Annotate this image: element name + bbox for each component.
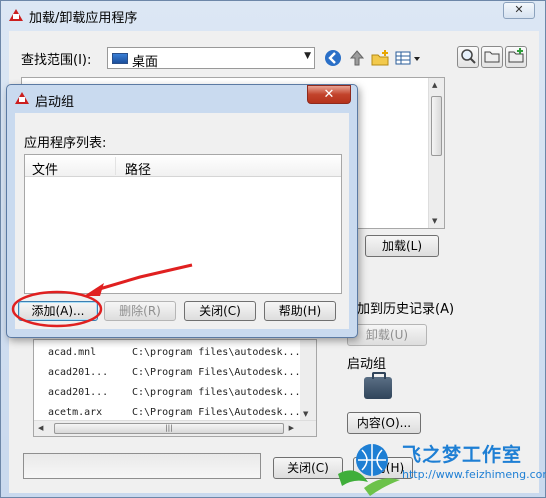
app-file-name: acad201... xyxy=(48,367,109,378)
dialog-title: 启动组 xyxy=(35,95,75,110)
watermark: 飞之梦工作室 http://www.feizhimeng.com xyxy=(334,434,546,498)
favorites-icon[interactable] xyxy=(505,46,527,68)
app-file-path: C:\Program Files\Autodesk... xyxy=(132,367,301,378)
look-in-label: 查找范围(I): xyxy=(21,53,92,68)
folder-icon[interactable] xyxy=(481,46,503,68)
add-button[interactable]: 添加(A)... xyxy=(18,301,98,321)
new-folder-icon[interactable] xyxy=(370,49,390,69)
find-icon[interactable] xyxy=(457,46,479,68)
watermark-url: http://www.feizhimeng.com xyxy=(402,468,546,481)
app-file-path: C:\Program Files\Autodesk... xyxy=(132,407,301,418)
app-file-name: acad.mnl xyxy=(48,347,97,358)
back-arrow-icon[interactable] xyxy=(323,49,343,69)
dialog-close-action-button[interactable]: 关闭(C) xyxy=(184,301,256,321)
load-button[interactable]: 加载(L) xyxy=(365,235,439,257)
up-folder-icon[interactable] xyxy=(347,49,367,69)
app-file-name: acetm.arx xyxy=(48,407,103,418)
scroll-right-icon[interactable]: ▶ xyxy=(289,424,294,432)
look-in-combobox[interactable]: 桌面 ▼ xyxy=(107,47,315,70)
status-field xyxy=(23,453,261,479)
app-file-path: C:\program files\autodesk... xyxy=(132,387,301,398)
scroll-left-icon[interactable]: ◀ xyxy=(38,424,43,432)
application-list-label: 应用程序列表: xyxy=(24,136,107,151)
remove-button[interactable]: 删除(R) xyxy=(104,301,176,321)
dialog-close-button[interactable]: ✕ xyxy=(307,85,351,104)
table-header: 文件 路径 xyxy=(25,155,341,178)
startup-suite-label: 启动组 xyxy=(347,357,387,372)
list-item[interactable]: acad.mnl C:\program files\autodesk... xyxy=(34,342,302,362)
list-item[interactable]: acad201... C:\program files\autodesk... xyxy=(34,382,302,402)
file-list-scrollbar[interactable]: ▲ ▼ xyxy=(428,78,444,228)
unload-button[interactable]: 卸载(U) xyxy=(347,324,427,346)
column-divider[interactable] xyxy=(115,157,116,175)
column-header-path[interactable]: 路径 xyxy=(125,159,151,178)
main-window-title: 加载/卸载应用程序 xyxy=(29,11,138,26)
watermark-logo-icon xyxy=(338,444,400,496)
main-titlebar[interactable]: 加载/卸载应用程序 ✕ xyxy=(1,1,545,29)
chevron-down-icon[interactable]: ▼ xyxy=(304,51,311,61)
scroll-down-icon[interactable]: ▼ xyxy=(303,410,308,418)
scroll-down-icon[interactable]: ▼ xyxy=(432,217,437,225)
views-menu-icon[interactable] xyxy=(394,49,422,69)
desktop-icon xyxy=(112,53,128,64)
loaded-apps-list[interactable]: acad.mnl C:\program files\autodesk... acad… xyxy=(33,339,317,437)
autocad-app-icon xyxy=(9,9,23,21)
briefcase-icon xyxy=(364,372,392,399)
watermark-text: 飞之梦工作室 xyxy=(402,444,523,466)
autocad-app-icon xyxy=(15,92,29,104)
contents-button[interactable]: 内容(O)... xyxy=(347,412,421,434)
scrollbar-thumb[interactable]: ||| xyxy=(54,423,284,434)
column-header-file[interactable]: 文件 xyxy=(32,159,58,178)
main-close-button[interactable]: ✕ xyxy=(503,2,535,19)
scrollbar-thumb[interactable] xyxy=(431,96,442,156)
list-item[interactable]: acetm.arx C:\Program Files\Autodesk... xyxy=(34,402,302,422)
app-file-path: C:\program files\autodesk... xyxy=(132,347,301,358)
loaded-apps-vscrollbar[interactable]: ▼ xyxy=(300,340,316,420)
application-list-table[interactable]: 文件 路径 xyxy=(24,154,342,294)
add-to-history-checkbox[interactable]: 加到历史记录(A) xyxy=(357,298,454,317)
main-close-dialog-button[interactable]: 关闭(C) xyxy=(273,457,343,479)
app-file-name: acad201... xyxy=(48,387,109,398)
loaded-apps-hscrollbar[interactable]: ◀ ||| ▶ xyxy=(34,420,316,436)
scroll-up-icon[interactable]: ▲ xyxy=(432,81,437,89)
look-in-value: 桌面 xyxy=(132,55,159,70)
dialog-help-button[interactable]: 帮助(H) xyxy=(264,301,336,321)
list-item[interactable]: acad201... C:\Program Files\Autodesk... xyxy=(34,362,302,382)
